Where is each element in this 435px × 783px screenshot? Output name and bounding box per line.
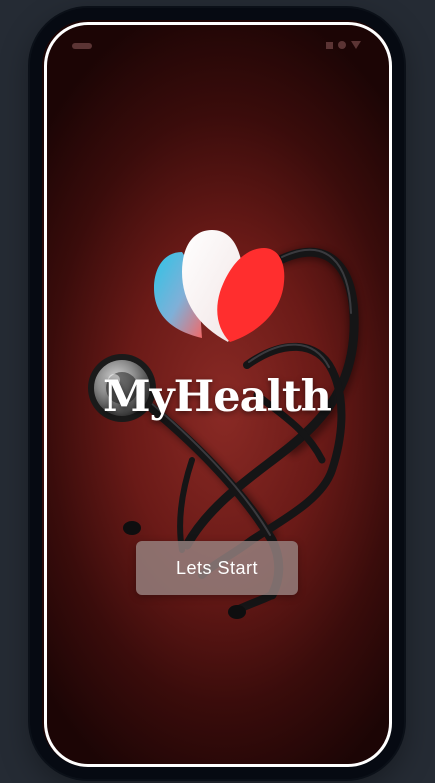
app-screen: MyHealth Lets Start xyxy=(42,20,392,767)
app-title: MyHealth xyxy=(103,372,332,422)
lets-start-button[interactable]: Lets Start xyxy=(136,541,298,595)
heart-petals-logo xyxy=(154,230,285,342)
phone-frame: MyHealth Lets Start xyxy=(30,8,404,779)
